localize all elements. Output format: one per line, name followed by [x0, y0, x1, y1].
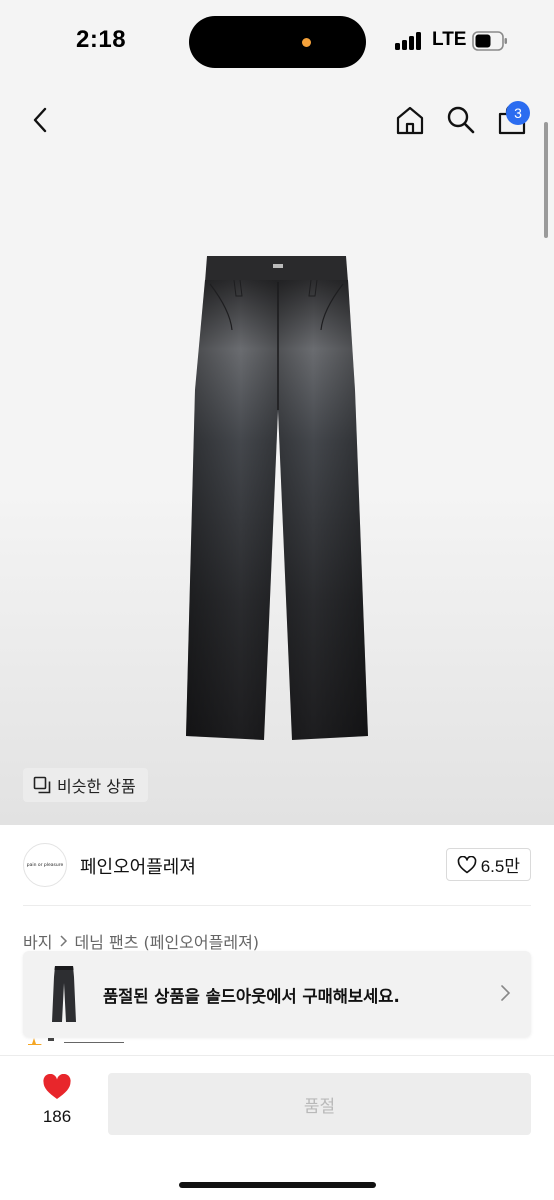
home-indicator[interactable]	[179, 1182, 376, 1188]
status-bar: 2:18 LTE	[0, 0, 554, 84]
bottom-bar-divider	[0, 1055, 554, 1056]
scrollbar[interactable]	[544, 122, 548, 238]
product-image[interactable]	[180, 250, 375, 750]
star-icon	[28, 1038, 124, 1045]
brand-logo[interactable]: pain or pleasure	[23, 843, 67, 887]
banner-text: 품절된 상품을 솔드아웃에서 구매해보세요.	[103, 987, 400, 1006]
breadcrumb: 바지 데님 팬츠 (페인오어플레져)	[23, 929, 259, 953]
search-button[interactable]	[443, 100, 479, 140]
battery-icon	[472, 31, 507, 51]
brand-like-button[interactable]: 6.5만	[445, 848, 531, 881]
network-label: LTE	[432, 29, 467, 50]
status-time: 2:18	[76, 26, 127, 53]
heart-outline-icon	[457, 855, 477, 873]
soldout-banner[interactable]: 품절된 상품을 솔드아웃에서 구매해보세요.	[23, 951, 531, 1037]
similar-products-button[interactable]: 비슷한 상품	[23, 768, 148, 802]
privacy-indicator	[302, 38, 311, 47]
brand-like-count: 6.5만	[480, 857, 520, 876]
signal-icon	[395, 32, 425, 50]
banner-product-thumbnail	[52, 966, 76, 1022]
brand-row: pain or pleasure 페인오어플레져 6.5만	[23, 840, 531, 890]
brand-name[interactable]: 페인오어플레져	[80, 853, 196, 879]
copy-icon	[33, 776, 51, 794]
breadcrumb-item-category[interactable]: 바지	[23, 929, 52, 953]
soldout-button[interactable]: 품절	[108, 1073, 531, 1135]
home-button[interactable]	[392, 100, 428, 140]
chevron-right-icon	[501, 985, 511, 1001]
heart-filled-icon	[43, 1073, 71, 1099]
dynamic-island	[189, 16, 366, 68]
wishlist-button[interactable]: 186	[30, 1073, 84, 1127]
review-peek	[28, 1037, 148, 1045]
brand-logo-text: pain or pleasure	[26, 862, 64, 868]
breadcrumb-item-subcategory[interactable]: 데님 팬츠 (페인오어플레져)	[74, 929, 259, 953]
cart-count-badge: 3	[506, 101, 530, 125]
home-icon	[396, 106, 424, 135]
chevron-left-icon	[33, 107, 47, 133]
chevron-right-icon	[60, 935, 68, 947]
similar-products-label: 비슷한 상품	[57, 777, 136, 796]
wishlist-count: 186	[42, 1107, 72, 1126]
search-icon	[447, 106, 475, 134]
divider	[23, 905, 531, 906]
back-button[interactable]	[22, 100, 58, 140]
